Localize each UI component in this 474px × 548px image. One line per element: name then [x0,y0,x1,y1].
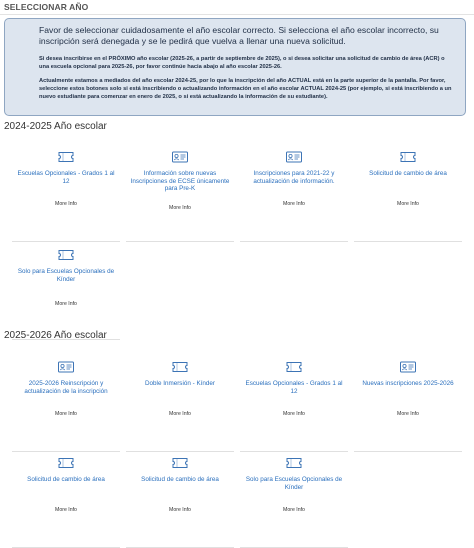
tile-2024-optional-schools[interactable]: Escuelas Opcionales - Grados 1 al 12 Mor… [12,150,120,242]
tile-2024-ecse-prek[interactable]: Información sobre nuevas Inscripciones d… [126,150,234,242]
more-info-link[interactable]: More Info [12,411,120,417]
tile-2024-enrollment-update[interactable]: Inscripciones para 2021-22 y actualizaci… [240,150,348,242]
more-info-link[interactable]: More Info [12,201,120,207]
section-title-2024: 2024-2025 Año escolar [4,121,107,132]
tile-label: Solicitud de cambio de área [141,476,219,483]
id-card-icon [286,150,302,163]
notice-paragraph-next-year: Si desea inscribirse en el PRÓXIMO año e… [39,56,445,70]
tile-label: 2025-2026 Reinscripción y actualización … [24,380,108,395]
more-info-link[interactable]: More Info [12,301,120,307]
page-title: SELECCIONAR AÑO [4,2,89,12]
notice-lead: Favor de seleccionar cuidadosamente el a… [39,25,439,46]
tile-label: Información sobre nuevas Inscripciones d… [130,170,230,192]
ticket-icon [286,456,302,468]
more-info-link[interactable]: More Info [240,507,348,513]
ticket-icon [58,456,74,468]
tile-label: Solicitud de cambio de área [27,476,105,483]
tile-2025-kinder-optional[interactable]: Solo para Escuelas Opcionales de Kínder … [240,456,348,548]
section-title-2025: 2025-2026 Año escolar [4,330,107,341]
tile-2024-area-change[interactable]: Solicitud de cambio de área More Info [354,150,462,242]
tile-2025-dual-immersion[interactable]: Doble Inmersión - Kínder More Info [126,360,234,452]
more-info-link[interactable]: More Info [240,201,348,207]
tile-label: Solicitud de cambio de área [369,170,447,177]
tile-label: Solo para Escuelas Opcionales de Kínder [245,476,343,491]
ticket-icon [58,150,74,162]
more-info-link[interactable]: More Info [126,411,234,417]
tile-label: Escuelas Opcionales - Grados 1 al 12 [17,170,115,185]
id-card-icon [400,360,416,373]
tile-label: Doble Inmersión - Kínder [145,380,215,387]
ticket-icon [286,360,302,372]
tile-label: Inscripciones para 2021-22 y actualizaci… [253,170,335,185]
tile-2025-area-change-1[interactable]: Solicitud de cambio de área More Info [12,456,120,548]
tile-2024-kinder-optional[interactable]: Solo para Escuelas Opcionales de Kínder … [12,248,120,340]
tile-label: Escuelas Opcionales - Grados 1 al 12 [245,380,343,395]
tile-2025-new-enrollment[interactable]: Nuevas inscripciones 2025-2026 More Info [354,360,462,452]
tile-2025-reenrollment[interactable]: 2025-2026 Reinscripción y actualización … [12,360,120,452]
ticket-icon [58,248,74,260]
tile-2025-optional-schools[interactable]: Escuelas Opcionales - Grados 1 al 12 Mor… [240,360,348,452]
more-info-link[interactable]: More Info [354,411,462,417]
page-header: SELECCIONAR AÑO [0,0,474,15]
more-info-link[interactable]: More Info [12,507,120,513]
tile-label: Nuevas inscripciones 2025-2026 [362,380,454,387]
notice-paragraph-current-year: Actualmente estamos a mediados del año e… [39,78,452,100]
more-info-link[interactable]: More Info [126,507,234,513]
id-card-icon [58,360,74,373]
more-info-link[interactable]: More Info [240,411,348,417]
tile-label: Solo para Escuelas Opcionales de Kínder [17,268,115,283]
more-info-link[interactable]: More Info [126,205,234,211]
ticket-icon [172,360,188,372]
ticket-icon [172,456,188,468]
tile-2025-area-change-2[interactable]: Solicitud de cambio de área More Info [126,456,234,548]
more-info-link[interactable]: More Info [354,201,462,207]
ticket-icon [400,150,416,162]
id-card-icon [172,150,188,163]
notice-box: Favor de seleccionar cuidadosamente el a… [4,18,466,116]
